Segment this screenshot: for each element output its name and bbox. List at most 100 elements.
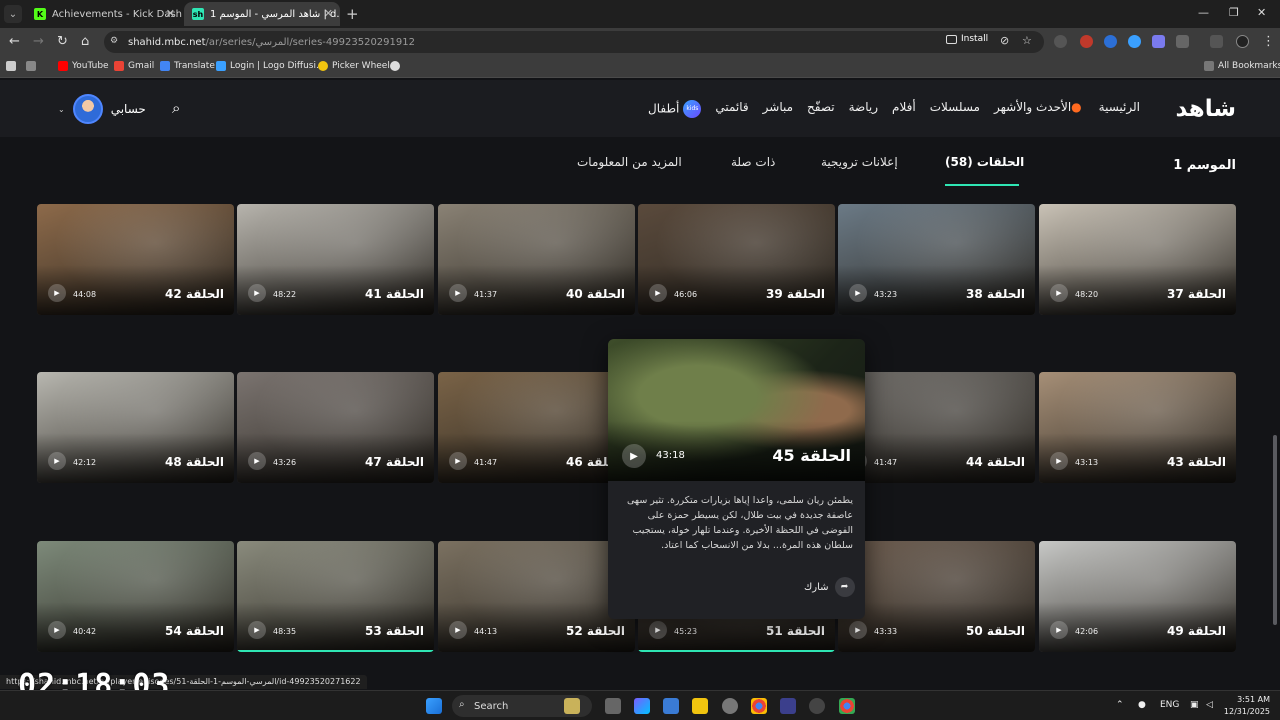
close-tab-icon[interactable]: ✕: [166, 7, 175, 20]
browser-tab-shahid[interactable]: sh شاهد المرسي - الموسم 1 | d.net ✕: [184, 2, 340, 26]
windows-start-icon[interactable]: [426, 698, 442, 714]
season-selector[interactable]: الموسم 1: [1173, 158, 1236, 173]
site-info-icon[interactable]: ⚙: [110, 36, 118, 46]
episode-card[interactable]: الحلقة 40 ▶ 41:37: [438, 204, 635, 315]
play-icon[interactable]: ▶: [48, 621, 66, 639]
widgets-icon[interactable]: [564, 698, 580, 714]
play-icon[interactable]: ▶: [649, 284, 667, 302]
episode-card[interactable]: الحلقة 48 ▶ 42:12: [37, 372, 234, 483]
play-icon[interactable]: ▶: [649, 621, 667, 639]
nav-my-list[interactable]: قائمتي: [715, 100, 748, 118]
nav-live[interactable]: مباشر: [763, 100, 793, 118]
episode-card[interactable]: الحلقة 49 ▶ 42:06: [1039, 541, 1236, 652]
play-icon[interactable]: ▶: [1050, 284, 1068, 302]
browser-tab-kick[interactable]: K Achievements - Kick Dashboard ✕: [26, 2, 182, 26]
episode-card[interactable]: الحلقة 50 ▶ 43:33: [838, 541, 1035, 652]
nav-trending[interactable]: الأحدث والأشهر●: [994, 100, 1085, 118]
apps-grid-icon[interactable]: [26, 61, 36, 71]
microphone-icon[interactable]: ●: [1138, 700, 1146, 710]
extension-icon[interactable]: [1054, 35, 1067, 48]
puzzle-icon[interactable]: [1176, 35, 1189, 48]
episode-card[interactable]: الحلقة 53 ▶ 48:35: [237, 541, 434, 652]
episode-card[interactable]: الحلقة 37 ▶ 48:20: [1039, 204, 1236, 315]
nav-browse[interactable]: تصفّح: [807, 100, 835, 118]
episode-card[interactable]: الحلقة 47 ▶ 43:26: [237, 372, 434, 483]
store-icon[interactable]: [663, 698, 679, 714]
tray-chevron-icon[interactable]: ⌃: [1116, 700, 1124, 710]
shahid-logo[interactable]: شاهد: [1176, 96, 1237, 122]
volume-icon[interactable]: ◁: [1206, 700, 1213, 710]
language-indicator[interactable]: ENG: [1160, 700, 1179, 710]
tab-more-info[interactable]: المزيد من المعلومات: [577, 155, 682, 169]
settings-icon[interactable]: [722, 698, 738, 714]
forward-icon[interactable]: →: [33, 34, 44, 49]
episode-preview-popup[interactable]: الحلقة 45 ▶ 43:18 يطمئن ريان سلمى، واعدا…: [608, 339, 865, 619]
nav-movies[interactable]: أفلام: [892, 100, 916, 118]
play-icon[interactable]: ▶: [1050, 452, 1068, 470]
bookmark-apps-icon[interactable]: [6, 61, 16, 71]
nav-sports[interactable]: رياضة: [849, 100, 878, 118]
episode-card[interactable]: الحلقة 41 ▶ 48:22: [237, 204, 434, 315]
bookmark-picker-wheel[interactable]: Picker Wheel: [318, 61, 390, 71]
episode-card[interactable]: الحلقة 54 ▶ 40:42: [37, 541, 234, 652]
network-icon[interactable]: ▣: [1190, 700, 1199, 710]
search-icon[interactable]: ⌕: [172, 99, 180, 117]
bookmark-gmail[interactable]: Gmail: [114, 61, 154, 71]
task-view-icon[interactable]: [605, 698, 621, 714]
episode-card[interactable]: الحلقة 46 ▶ 41:47: [438, 372, 635, 483]
bookmark-star-icon[interactable]: ☆: [1022, 34, 1032, 47]
close-tab-icon[interactable]: ✕: [324, 7, 333, 20]
file-explorer-icon[interactable]: [692, 698, 708, 714]
nav-kids[interactable]: أطفال kids: [648, 100, 702, 118]
restore-icon[interactable]: ❐: [1229, 6, 1239, 19]
episode-card[interactable]: الحلقة 43 ▶ 43:13: [1039, 372, 1236, 483]
chrome-icon[interactable]: [751, 698, 767, 714]
eye-off-icon[interactable]: ⊘: [1000, 34, 1009, 47]
play-icon[interactable]: ▶: [248, 284, 266, 302]
play-icon[interactable]: ▶: [449, 452, 467, 470]
bookmark-translate[interactable]: Translate: [160, 61, 215, 71]
extension-icon[interactable]: [1080, 35, 1093, 48]
extension-icon[interactable]: [1128, 35, 1141, 48]
share-button[interactable]: شارك ➦: [804, 577, 855, 597]
account-menu[interactable]: ⌄ حسابي: [58, 94, 146, 124]
scrollbar-thumb[interactable]: [1273, 435, 1277, 625]
kebab-menu-icon[interactable]: ⋮: [1262, 34, 1275, 49]
play-icon[interactable]: ▶: [449, 621, 467, 639]
profile-icon[interactable]: [1236, 35, 1249, 48]
home-icon[interactable]: ⌂: [81, 34, 89, 49]
tab-related[interactable]: ذات صلة: [731, 155, 775, 169]
tab-episodes[interactable]: الحلقات (58): [945, 155, 1024, 169]
nav-home[interactable]: الرئيسية: [1099, 100, 1140, 118]
globe-icon[interactable]: [390, 61, 400, 71]
play-icon[interactable]: ▶: [849, 621, 867, 639]
minimize-icon[interactable]: —: [1198, 6, 1209, 19]
reading-list-icon[interactable]: [1210, 35, 1223, 48]
bookmark-youtube[interactable]: YouTube: [58, 61, 109, 71]
play-icon[interactable]: ▶: [1050, 621, 1068, 639]
app-icon[interactable]: [780, 698, 796, 714]
play-icon[interactable]: ▶: [248, 452, 266, 470]
chrome-icon[interactable]: [839, 698, 855, 714]
episode-card[interactable]: الحلقة 39 ▶ 46:06: [638, 204, 835, 315]
copilot-icon[interactable]: [634, 698, 650, 714]
all-bookmarks[interactable]: All Bookmarks: [1204, 61, 1280, 71]
extension-icon[interactable]: [1152, 35, 1165, 48]
play-icon[interactable]: ▶: [449, 284, 467, 302]
nav-series[interactable]: مسلسلات: [930, 100, 980, 118]
episode-card[interactable]: الحلقة 42 ▶ 44:08: [37, 204, 234, 315]
close-window-icon[interactable]: ✕: [1257, 6, 1266, 19]
reload-icon[interactable]: ↻: [57, 34, 68, 49]
play-icon[interactable]: ▶: [849, 284, 867, 302]
url-field[interactable]: shahid.mbc.net/ar/series/المرسي/series-4…: [104, 31, 1044, 53]
back-icon[interactable]: ←: [9, 34, 20, 49]
install-app-button[interactable]: Install: [946, 34, 988, 44]
bookmark-logo-diffusion[interactable]: Login | Logo Diffusi...: [216, 61, 325, 71]
system-clock[interactable]: 3:51 AM 12/31/2025: [1224, 694, 1270, 718]
episode-card[interactable]: الحلقة 38 ▶ 43:23: [838, 204, 1035, 315]
episode-card[interactable]: الحلقة 52 ▶ 44:13: [438, 541, 635, 652]
play-icon[interactable]: ▶: [48, 452, 66, 470]
play-icon[interactable]: ▶: [248, 621, 266, 639]
play-icon[interactable]: ▶: [622, 444, 646, 468]
tab-promos[interactable]: إعلانات ترويجية: [821, 155, 898, 169]
